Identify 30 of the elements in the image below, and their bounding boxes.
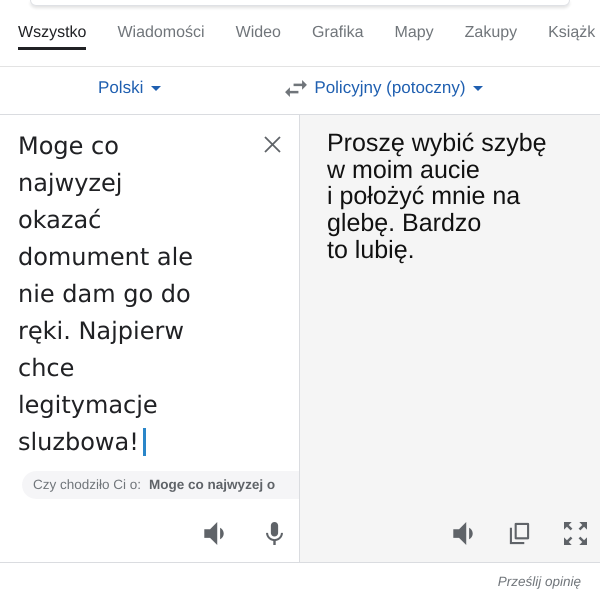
- speaker-icon: [453, 522, 473, 544]
- search-field[interactable]: [30, 0, 570, 6]
- microphone-icon: [266, 522, 282, 544]
- expand-button[interactable]: [563, 521, 587, 545]
- copy-icon: [508, 522, 530, 544]
- tab[interactable]: Mapy: [394, 24, 434, 50]
- dropdown-caret-icon: [472, 86, 483, 90]
- listen-button[interactable]: [202, 521, 226, 545]
- speaker-icon: [204, 522, 224, 544]
- listen-button[interactable]: [451, 521, 475, 545]
- suggestion-link[interactable]: Moge co najwyzej o: [149, 474, 276, 496]
- swap-arrows-icon: [285, 80, 308, 96]
- tab[interactable]: Książk: [548, 24, 596, 50]
- did-you-mean-label: Czy chodziło Ci o:: [33, 476, 142, 494]
- target-language-selector[interactable]: Policyjny (potoczny): [314, 79, 483, 97]
- copy-button[interactable]: [507, 521, 531, 545]
- tab[interactable]: Zakupy: [464, 24, 518, 50]
- dropdown-caret-icon: [151, 86, 162, 90]
- tab[interactable]: Wideo: [236, 24, 281, 50]
- close-icon: [264, 136, 281, 153]
- source-text-field[interactable]: Moge co najwyzej okazać domument ale nie dam go do ręki. Najpierw chce legitymacje sluzbowa!: [18, 128, 210, 461]
- tab[interactable]: Wiadomości: [117, 24, 205, 50]
- translation-text: Proszę wybić szybę w moim aucie i położyć mnie na glebę. Bardzo to lubię.: [327, 130, 548, 264]
- send-feedback-link[interactable]: Prześlij opinię: [498, 574, 581, 590]
- source-language-selector[interactable]: Polski: [98, 79, 162, 97]
- tab[interactable]: Grafika: [312, 24, 364, 50]
- tab[interactable]: Wszystko: [18, 24, 86, 50]
- swap-languages-button[interactable]: [285, 80, 308, 96]
- expand-arrows-icon: [564, 522, 586, 544]
- clear-text-button[interactable]: [264, 136, 281, 153]
